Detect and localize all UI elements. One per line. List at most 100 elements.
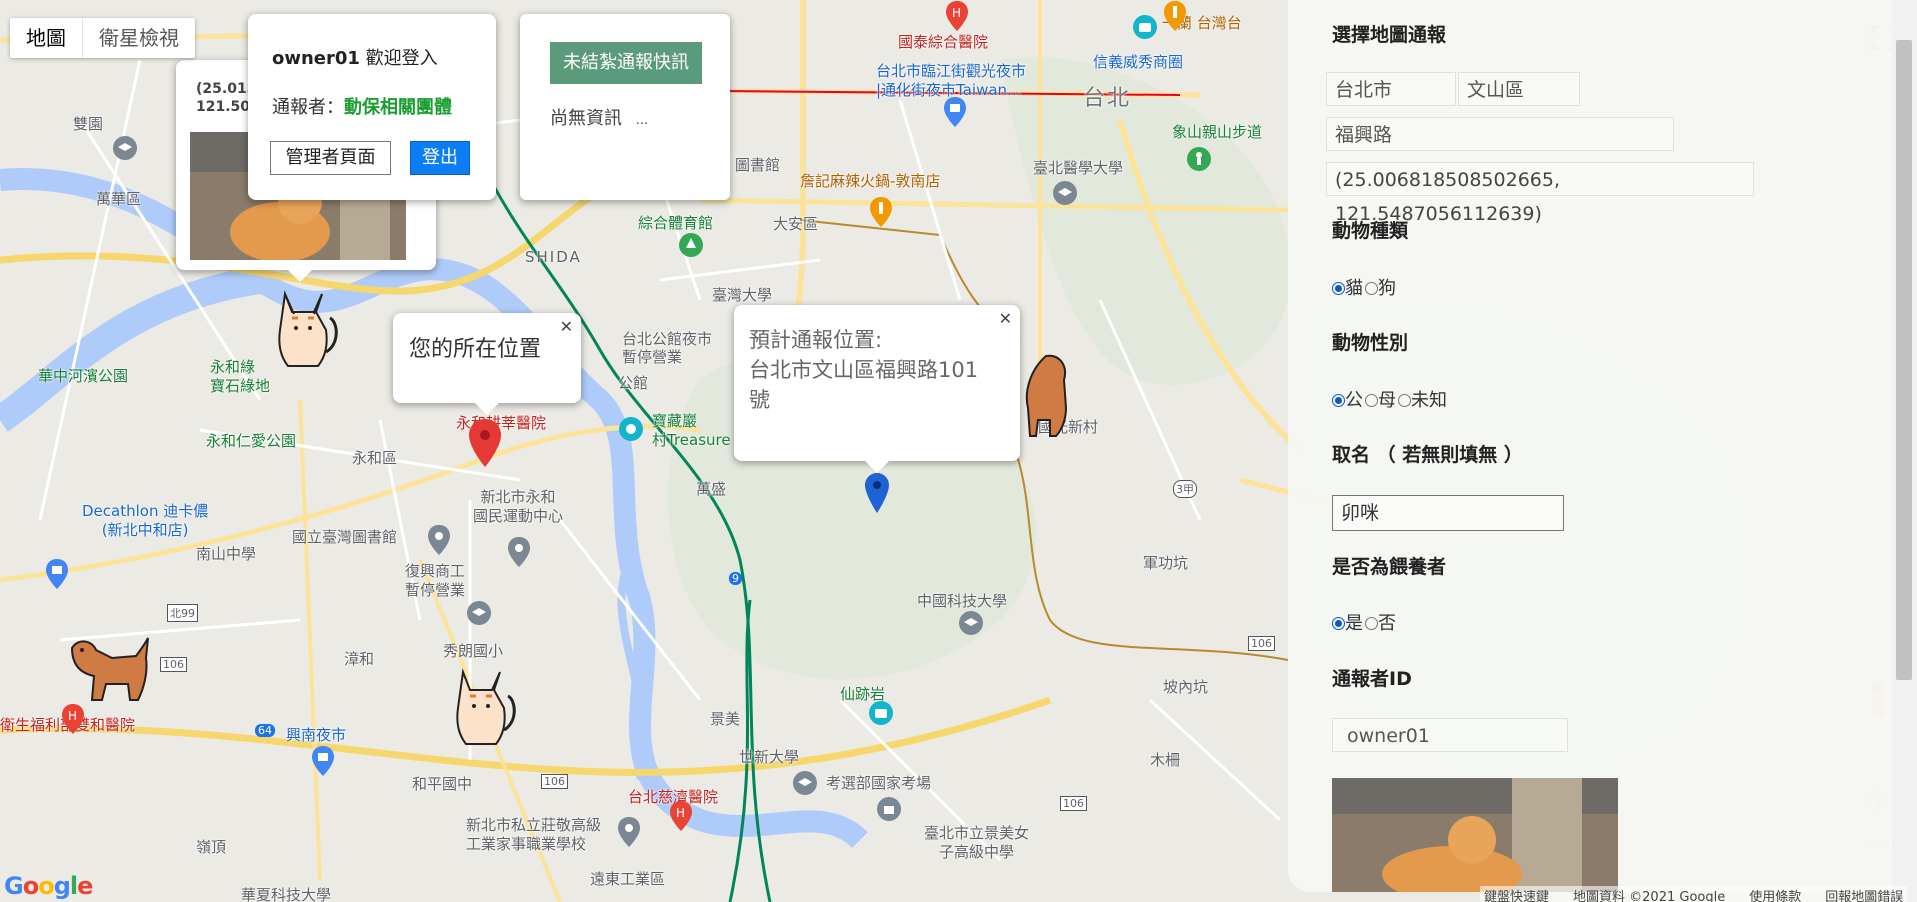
your-location-popup-tail [475,403,499,415]
cat-marker-icon[interactable] [270,282,340,372]
coordinates-field[interactable]: (25.006818508502665, 121.5487056112639) [1326,162,1754,225]
radio-feeder-yes[interactable] [1332,617,1345,630]
planned-report-content: 預計通報位置: 台北市文山區福興路101號 [749,325,999,415]
map-label-jingmei: 景美 [710,710,741,728]
map-label-guotai: 國泰綜合醫院 [898,33,989,51]
map-label-treasure-hill: 寶藏巖 村Treasure [652,412,731,449]
satellite-view-button[interactable]: 衛星檢視 [82,18,195,58]
google-logo: Google [4,872,93,900]
road-number-106-d: 106 [1248,636,1275,651]
close-icon[interactable]: ✕ [560,317,573,336]
map-label-zhanghe: 漳和 [344,650,375,668]
map-data-attribution: 地圖資料 ©2021 Google [1573,890,1726,902]
reporter-line: 通報者：動保相關團體 [272,93,452,119]
map-label-muzha: 木柵 [1150,751,1181,769]
map-view-button[interactable]: 地圖 [10,18,82,58]
road-number-64: 64 [255,724,275,737]
hospital-icon[interactable]: H [944,0,970,32]
no-info-line: 尚無資訊 ... [550,104,648,130]
admin-page-button[interactable]: 管理者頁面 [270,141,391,175]
radio-cat[interactable] [1332,282,1345,295]
page-scrollbar[interactable] [1892,0,1917,902]
logout-button[interactable]: 登出 [410,141,470,175]
map-label-nanshan: 南山中學 [196,545,257,563]
map-label-linjiang-market: 台北市臨江街觀光夜市 |通化街夜市Taiwan... [876,62,1027,99]
map-label-junggongkeng: 軍功坑 [1143,554,1189,572]
restaurant-icon[interactable] [1162,0,1188,32]
dog-marker-icon[interactable] [62,628,152,708]
close-icon[interactable]: ✕ [999,309,1012,328]
map-label-xiangshan: 象山親山步道 [1172,123,1263,141]
map-label-fuxing: 復興商工 暫停營業 [405,562,466,599]
landmark-icon[interactable] [876,796,902,822]
radio-cat-label: 貓 [1345,278,1363,299]
report-location-marker-icon[interactable] [864,472,890,514]
city-field[interactable]: 台北市 [1326,72,1456,106]
map-label-shida: SHIDA [525,248,582,266]
map-label-ntu: 臺灣大學 [712,286,773,304]
radio-female-label: 母 [1378,390,1396,411]
map-label-yuandong: 遠東工業區 [590,870,666,888]
radio-female[interactable] [1365,394,1378,407]
radio-dog-label: 狗 [1378,278,1396,299]
map-label-shuangyuan: 雙園 [73,115,104,133]
school-icon[interactable] [466,600,492,626]
svg-text:H: H [68,709,77,723]
radio-feeder-no-label: 否 [1378,613,1396,634]
current-location-marker-icon[interactable] [468,418,502,468]
keyboard-shortcuts-link[interactable]: 鍵盤快速鍵 [1484,886,1549,902]
svg-text:H: H [676,806,685,820]
restaurant-icon[interactable] [868,196,894,228]
map-label-gongguan: 公館 [618,374,649,392]
reporter-value: 動保相關團體 [344,97,452,118]
place-icon[interactable] [616,816,642,848]
school-icon[interactable] [958,610,984,636]
school-icon[interactable] [112,135,138,161]
radio-feeder-yes-label: 是 [1345,613,1363,634]
name-input[interactable]: 卯咪 [1332,495,1564,531]
map-label-huaxia: 華夏科技大學 [241,886,332,902]
place-icon[interactable] [426,524,452,556]
reporter-id-field[interactable]: owner01 [1332,718,1568,752]
shopping-icon[interactable] [310,745,336,777]
school-icon[interactable] [1052,180,1078,206]
report-error-link[interactable]: 回報地圖錯誤 [1825,886,1903,902]
no-info-text: 尚無資訊 [550,108,622,129]
terms-link[interactable]: 使用條款 [1749,886,1801,902]
road-field[interactable]: 福興路 [1326,117,1674,151]
radio-male[interactable] [1332,394,1345,407]
map-label-kaoxuan: 考選部國家考場 [826,774,932,792]
place-icon[interactable] [506,536,532,568]
radio-feeder-no[interactable] [1365,617,1378,630]
map-label-cust: 中國科技大學 [917,592,1008,610]
map-label-spicy-pot: 詹記麻辣火鍋-敦南店 [800,172,941,190]
dog-marker-icon[interactable] [1016,350,1076,440]
park-icon[interactable] [678,232,704,258]
map-label-hepin: 和平國中 [412,775,473,793]
welcome-line: owner01 歡迎登入 [272,44,438,70]
animal-type-radios: 貓狗 [1332,274,1398,300]
your-location-text: 您的所在位置 [409,337,542,362]
panel-heading: 選擇地圖通報 [1332,24,1447,46]
hospital-icon[interactable]: H [668,800,694,832]
radio-unknown[interactable] [1398,394,1411,407]
username: owner01 [272,48,360,69]
cat-marker-icon[interactable] [448,660,518,750]
map-label-yonghe-park: 永和綠 寶石綠地 [210,358,271,395]
map-label-jingmei-girls: 臺北市立景美女 子高級中學 [924,824,1030,861]
unneutered-report-button[interactable]: 未結紮通報快訊 [550,42,702,84]
radio-dog[interactable] [1365,282,1378,295]
road-number-106-b: 106 [541,774,568,789]
palette-icon[interactable] [618,416,644,442]
district-field[interactable]: 文山區 [1458,72,1580,106]
map-label-library: 圖書館 [735,156,781,174]
welcome-text: 歡迎登入 [359,48,438,69]
camera-icon[interactable] [868,700,894,726]
hiking-icon[interactable] [1186,146,1212,172]
shopping-icon[interactable] [44,558,70,590]
school-icon[interactable] [792,770,818,796]
shopping-icon[interactable] [942,96,968,128]
scrollbar-thumb[interactable] [1896,40,1912,680]
map-label-lingding: 嶺頂 [196,838,227,856]
camera-icon[interactable] [1132,14,1158,40]
